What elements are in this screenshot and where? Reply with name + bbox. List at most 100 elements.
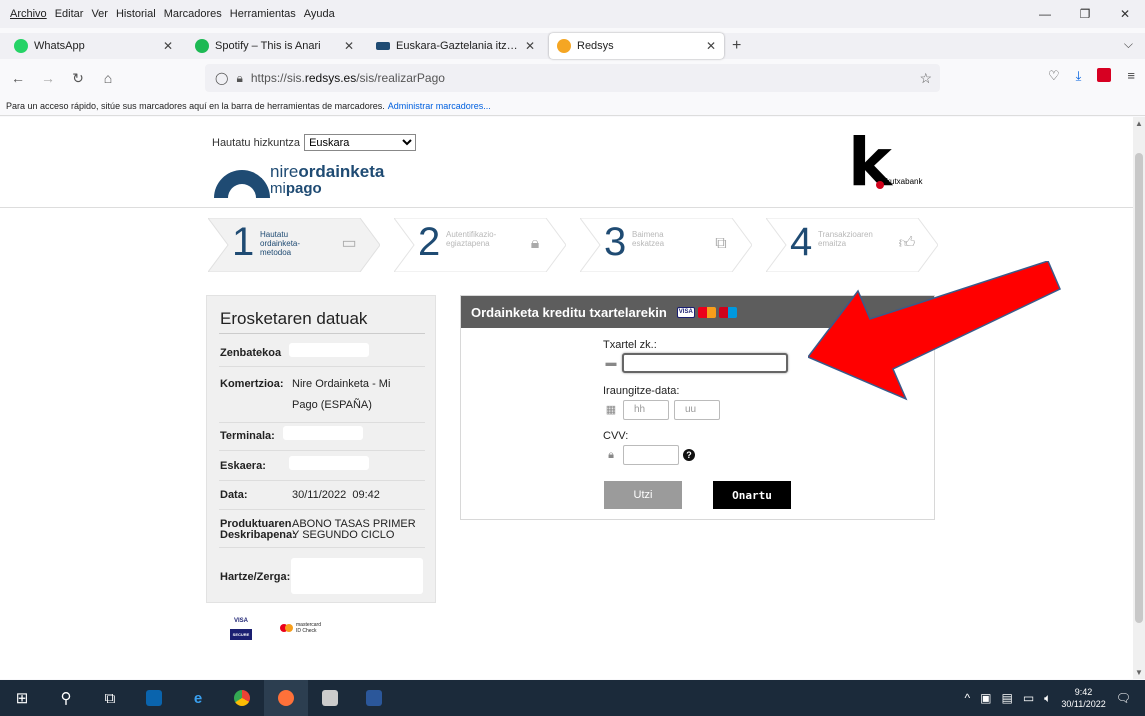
order-label: Eskaera: bbox=[220, 460, 266, 472]
step-label: Transakzioaren emaitza bbox=[818, 230, 873, 248]
language-label: Hautatu hizkuntza bbox=[212, 136, 301, 149]
word-icon[interactable] bbox=[352, 680, 396, 716]
notifications-icon[interactable]: 🗨︎ bbox=[1116, 691, 1131, 705]
arrow-shape bbox=[808, 261, 1061, 401]
bookmarks-hint: Para un acceso rápido, sitúe sus marcado… bbox=[6, 100, 385, 111]
tab-whatsapp[interactable]: WhatsApp ✕ bbox=[6, 33, 181, 59]
padlock-icon[interactable]: 🔒︎ bbox=[236, 71, 242, 86]
cvv-label: CVV: bbox=[603, 430, 629, 442]
close-tab-icon[interactable]: ✕ bbox=[706, 39, 716, 53]
menu-ayuda[interactable]: Ayuda bbox=[304, 8, 335, 20]
menu-bar: Archivo Editar Ver Historial Marcadores … bbox=[0, 0, 1145, 28]
menu-marcadores[interactable]: Marcadores bbox=[164, 8, 222, 20]
clock-date: 30/11/2022 bbox=[1061, 699, 1106, 709]
close-window-button[interactable]: ✕ bbox=[1105, 0, 1145, 28]
tab-translator[interactable]: Euskara-Gaztelania itzultzaile au ✕ bbox=[368, 33, 543, 59]
question-mark-icon[interactable]: ? bbox=[683, 449, 695, 461]
close-tab-icon[interactable]: ✕ bbox=[163, 39, 173, 53]
forward-icon[interactable]: → bbox=[36, 70, 60, 86]
language-select[interactable]: Euskara bbox=[304, 134, 417, 151]
step-number: 4 bbox=[790, 220, 813, 264]
step-number: 2 bbox=[418, 220, 441, 264]
accept-button[interactable]: Onartu bbox=[713, 481, 791, 509]
card-icon: ▬ bbox=[605, 357, 617, 369]
close-tab-icon[interactable]: ✕ bbox=[344, 39, 354, 53]
scroll-down-icon[interactable]: ▼ bbox=[1133, 668, 1145, 677]
tab-spotify[interactable]: Spotify – This is Anari ✕ bbox=[187, 33, 362, 59]
network-icon[interactable]: ▭ bbox=[1023, 691, 1034, 705]
task-view-icon[interactable]: ⧉ bbox=[88, 680, 132, 716]
redacted-payee bbox=[291, 558, 423, 594]
expiry-month-input[interactable]: hh bbox=[623, 400, 669, 420]
cvv-input[interactable] bbox=[623, 445, 679, 465]
windows-start-icon[interactable]: ⊞ bbox=[0, 680, 44, 716]
download-icon[interactable]: ⤓ bbox=[1076, 68, 1082, 84]
tray-app-icon-2[interactable]: ▤ bbox=[1001, 691, 1012, 705]
edge-icon[interactable]: e bbox=[176, 680, 220, 716]
hamburger-menu-icon[interactable]: ≡ bbox=[1127, 68, 1135, 84]
manage-bookmarks-link[interactable]: Administrar marcadores... bbox=[388, 101, 491, 111]
row-divider bbox=[219, 547, 425, 548]
app-icon[interactable] bbox=[308, 680, 352, 716]
header-divider bbox=[0, 207, 1133, 208]
card-number-input[interactable] bbox=[622, 353, 788, 373]
tab-title: WhatsApp bbox=[34, 40, 85, 52]
menu-editar[interactable]: Editar bbox=[55, 8, 84, 20]
merchant-value: Nire Ordainketa - Mi Pago (ESPAÑA) bbox=[292, 378, 391, 411]
mastercard-id-check-logo: mastercard ID Check bbox=[280, 622, 321, 634]
firefox-icon[interactable] bbox=[264, 680, 308, 716]
expiry-year-input[interactable]: uu bbox=[674, 400, 720, 420]
minimize-button[interactable]: — bbox=[1025, 0, 1065, 28]
chevron-down-icon[interactable]: ⌵ bbox=[1124, 37, 1133, 52]
logo-line-1: nireordainketa bbox=[270, 162, 385, 181]
system-tray: ^ ▣ ▤ ▭ 🔈︎ 9:42 30/11/2022 🗨︎ bbox=[965, 680, 1145, 716]
menu-herramientas[interactable]: Herramientas bbox=[230, 8, 296, 20]
toolbar-right: ♡ ⤓ ≡ bbox=[1048, 68, 1135, 84]
date-label: Data: bbox=[220, 489, 248, 501]
visa-secure-logo: VISA SECURE bbox=[230, 617, 252, 640]
search-icon[interactable]: ⚲ bbox=[44, 680, 88, 716]
calendar-icon: ▦ bbox=[605, 404, 617, 416]
clock[interactable]: 9:42 30/11/2022 bbox=[1061, 686, 1105, 710]
whatsapp-icon bbox=[14, 39, 28, 53]
row-divider bbox=[219, 480, 425, 481]
back-icon[interactable]: ← bbox=[6, 70, 30, 86]
logo-line-2: mipago bbox=[270, 180, 322, 197]
purchase-data-panel: Erosketaren datuak Zenbatekoa Komertzioa… bbox=[206, 295, 436, 603]
menu-ver[interactable]: Ver bbox=[91, 8, 108, 20]
mastercard-icon bbox=[697, 306, 716, 318]
pocket-icon[interactable]: ♡ bbox=[1048, 68, 1060, 84]
volume-icon[interactable]: 🔈︎ bbox=[1044, 691, 1051, 706]
bookmark-star-icon[interactable]: ☆ bbox=[919, 70, 932, 87]
menu-archivo[interactable]: Archivo bbox=[10, 8, 47, 20]
home-icon[interactable]: ⌂ bbox=[96, 70, 120, 86]
thumbs-up-icon: 👍︎ bbox=[898, 235, 916, 252]
page-scrollbar[interactable]: ▲ ▼ bbox=[1133, 117, 1145, 679]
outlook-icon[interactable] bbox=[132, 680, 176, 716]
cancel-button[interactable]: Utzi bbox=[604, 481, 682, 509]
reload-icon[interactable]: ↻ bbox=[66, 70, 90, 87]
spotify-icon bbox=[195, 39, 209, 53]
tab-title: Spotify – This is Anari bbox=[215, 40, 321, 52]
row-divider bbox=[219, 450, 425, 451]
scrollbar-thumb[interactable] bbox=[1135, 153, 1143, 623]
merchant-row: Komertzioa: Nire Ordainketa - Mi Pago (E… bbox=[220, 378, 430, 416]
step-number: 1 bbox=[232, 220, 255, 264]
visa-icon: VISA bbox=[676, 306, 695, 318]
pdf-extension-icon[interactable] bbox=[1097, 68, 1112, 82]
clock-time: 9:42 bbox=[1074, 687, 1093, 697]
url-bar[interactable]: ◯ 🔒︎ https://sis.redsys.es/sis/realizarP… bbox=[205, 64, 940, 92]
menu-historial[interactable]: Historial bbox=[116, 8, 156, 20]
tray-app-icon[interactable]: ▣ bbox=[980, 691, 991, 705]
tab-redsys[interactable]: Redsys ✕ bbox=[549, 33, 724, 59]
restore-button[interactable]: ❐ bbox=[1065, 0, 1105, 28]
close-tab-icon[interactable]: ✕ bbox=[525, 39, 535, 53]
scroll-up-icon[interactable]: ▲ bbox=[1133, 119, 1145, 128]
chrome-icon[interactable] bbox=[220, 680, 264, 716]
date-row: Data: 30/11/2022 09:42 bbox=[220, 489, 430, 501]
window-controls: — ❐ ✕ bbox=[1025, 0, 1145, 28]
card-brand-logos: VISA SECURE mastercard ID Check bbox=[230, 617, 321, 640]
new-tab-icon[interactable]: + bbox=[732, 37, 741, 55]
shield-icon[interactable]: ◯ bbox=[215, 71, 228, 85]
chevron-up-icon[interactable]: ^ bbox=[965, 691, 971, 705]
